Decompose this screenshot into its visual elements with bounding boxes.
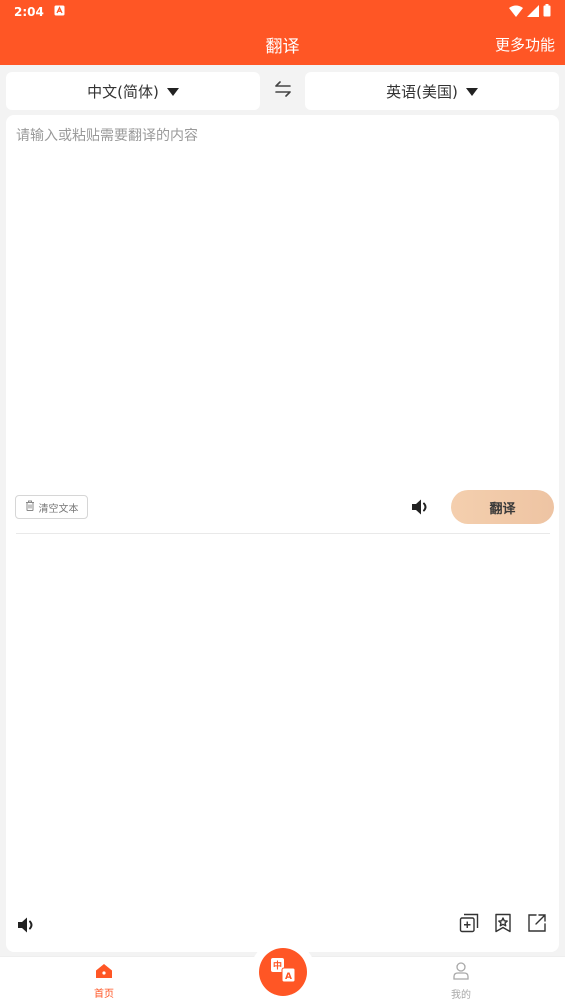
translate-button[interactable]: 翻译 [451, 490, 554, 524]
clear-text-button[interactable]: 清空文本 [15, 495, 88, 519]
divider [16, 533, 550, 534]
battery-icon [543, 4, 551, 20]
nav-home-label: 首页 [94, 988, 114, 1000]
swap-icon [274, 81, 292, 101]
translation-panel: 清空文本 翻译 [6, 115, 559, 952]
app-bar: 翻译 更多功能 [0, 24, 565, 65]
language-bar: 中文(简体) 英语(美国) [6, 72, 559, 110]
speaker-icon[interactable] [410, 497, 432, 517]
source-text-input[interactable] [16, 125, 549, 485]
page-title: 翻译 [265, 37, 300, 57]
copy-icon[interactable] [459, 913, 479, 933]
home-icon [95, 963, 113, 982]
target-language-label: 英语(美国) [386, 82, 458, 101]
caret-down-icon [465, 82, 478, 100]
svg-text:A: A [285, 972, 292, 982]
trash-icon [25, 500, 35, 514]
nav-mine[interactable]: 我的 [431, 961, 491, 1001]
source-language-selector[interactable]: 中文(简体) [6, 72, 260, 110]
wifi-icon [509, 5, 523, 20]
output-actions [459, 913, 547, 933]
translation-output [16, 543, 549, 903]
favorite-icon[interactable] [493, 913, 513, 933]
svg-text:中: 中 [273, 960, 282, 972]
speaker-icon[interactable] [16, 915, 38, 935]
clear-text-label: 清空文本 [38, 503, 79, 515]
share-icon[interactable] [527, 913, 547, 933]
status-bar: 2:04 [0, 0, 565, 24]
nav-home[interactable]: 首页 [74, 961, 134, 1001]
nav-mine-label: 我的 [451, 989, 471, 1001]
signal-icon [527, 4, 539, 20]
center-translate-button[interactable]: 中 A [259, 948, 307, 996]
caret-down-icon [166, 82, 179, 100]
notification-icon [54, 5, 65, 19]
target-language-selector[interactable]: 英语(美国) [305, 72, 559, 110]
swap-languages-button[interactable] [263, 72, 303, 110]
source-language-label: 中文(简体) [87, 82, 159, 101]
more-features-button[interactable]: 更多功能 [495, 24, 555, 65]
user-icon [453, 961, 469, 983]
status-time: 2:04 [14, 5, 44, 19]
translate-icon: 中 A [269, 956, 297, 988]
